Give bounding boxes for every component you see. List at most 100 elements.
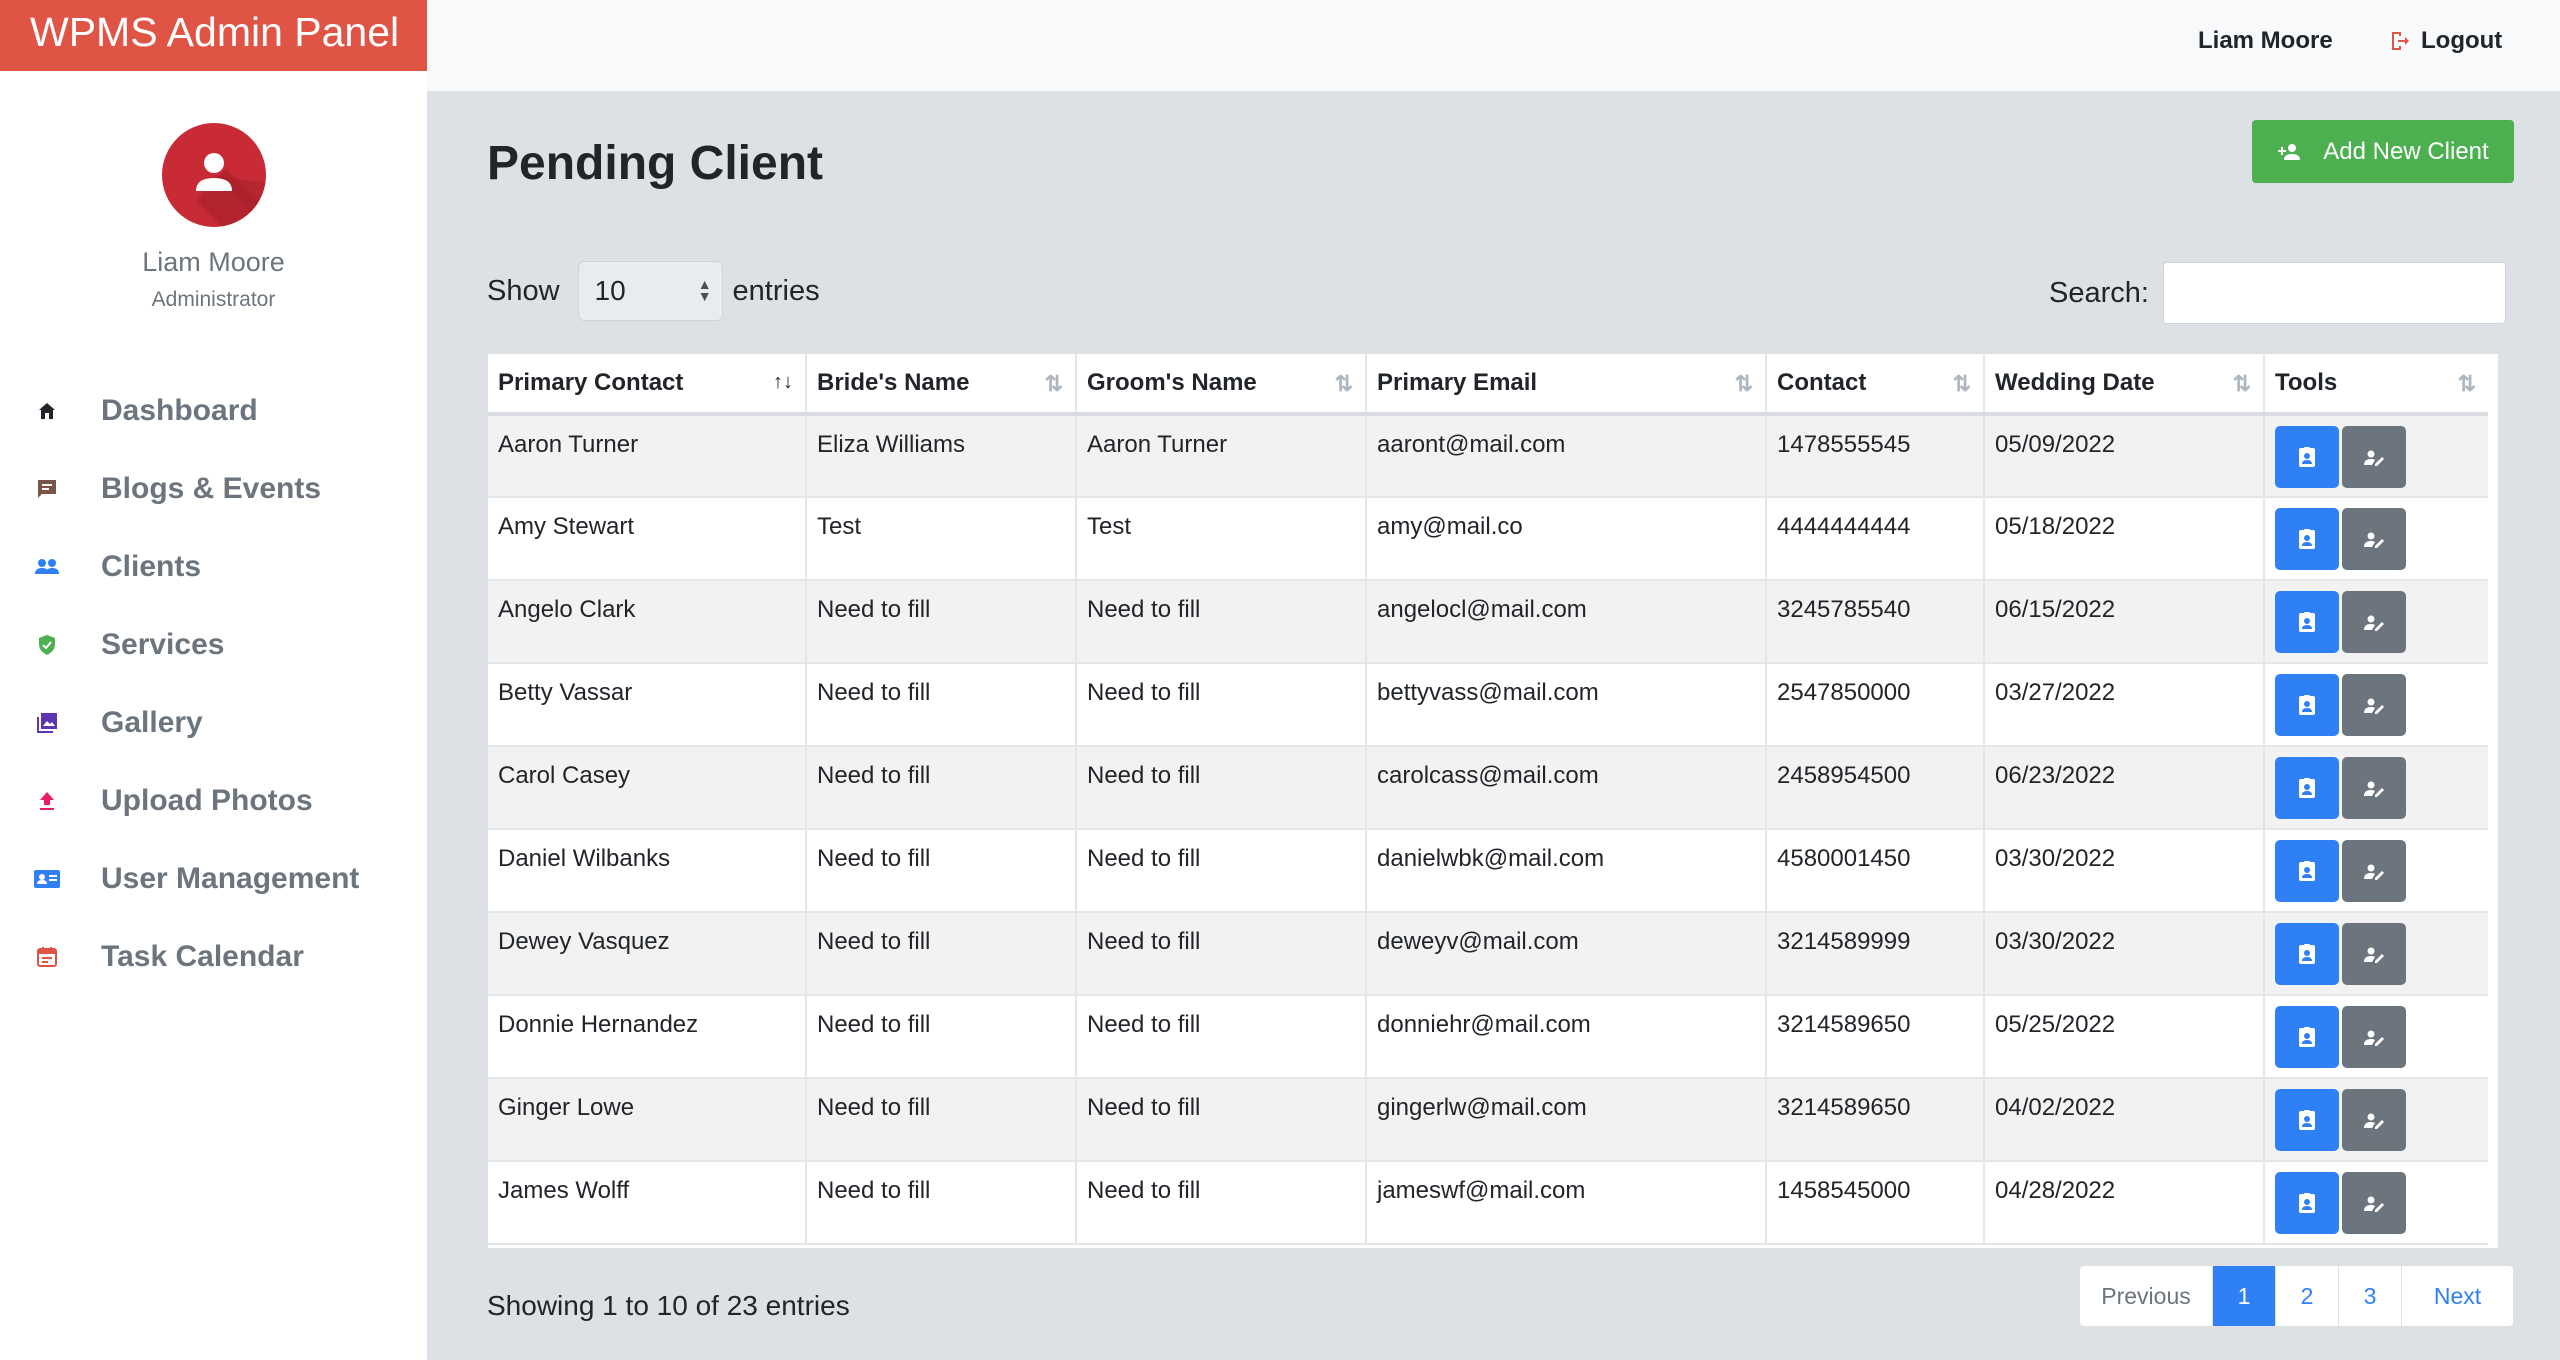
sidebar-item-user-management[interactable]: User Management [0,840,427,918]
search-input[interactable] [2162,262,2506,324]
edit-person-icon [2364,698,2384,714]
show-label: Show [487,274,560,307]
pagination-previous[interactable]: Previous [2080,1266,2213,1326]
table-row[interactable]: Angelo Clark Need to fill Need to fill ange… [488,580,2488,664]
pagination-page-3[interactable]: 3 [2339,1266,2402,1326]
column-header[interactable]: Contact ⇅ [1766,354,1985,416]
sidebar-item-upload-photos[interactable]: Upload Photos [0,762,427,840]
table-row[interactable]: James Wolff Need to fill Need to fill james… [488,1161,2488,1245]
table-cell: Carol Casey [488,746,807,830]
column-header-label: Groom's Name [1087,369,1257,396]
table-cell: 03/27/2022 [1984,663,2265,747]
page-size-control: Show 10 ▲ ▼ entries [487,261,820,321]
shield-check-icon [32,630,62,660]
sidebar-item-label: Task Calendar [101,940,304,973]
sort-icon: ⇅ [1334,371,1353,396]
sort-ascending-icon: ↑↓ [773,371,793,393]
view-client-button[interactable] [2275,1089,2339,1151]
table-cell: 3245785540 [1766,580,1985,664]
table-cell: Need to fill [806,1078,1077,1162]
edit-client-button[interactable] [2342,426,2406,488]
column-header[interactable]: Tools ⇅ [2264,354,2488,416]
upload-icon [32,786,62,816]
column-header-label: Primary Email [1377,369,1538,396]
sidebar-item-gallery[interactable]: Gallery [0,684,427,762]
table-cell: donniehr@mail.com [1366,995,1767,1079]
table-cell: Need to fill [1076,1078,1367,1162]
select-arrows-icon: ▲ ▼ [697,276,712,304]
table-row[interactable]: Ginger Lowe Need to fill Need to fill ginge… [488,1078,2488,1162]
contact-clipboard-icon [2299,1027,2315,1047]
profile-role: Administrator [151,288,276,311]
table-row[interactable]: Amy Stewart Test Test amy@mail.co 4444444444… [488,497,2488,581]
view-client-button[interactable] [2275,508,2339,570]
column-header-label: Tools [2275,369,2338,396]
clients-table-container: Primary Contact ↑↓ Bride's Name ⇅ Groom's Na… [488,354,2498,1248]
sidebar-item-dashboard[interactable]: Dashboard [0,372,427,450]
sidebar-item-blogs-events[interactable]: Blogs & Events [0,450,427,528]
table-cell: 4580001450 [1766,829,1985,913]
tools-cell [2264,746,2488,830]
table-cell: Betty Vassar [488,663,807,747]
edit-client-button[interactable] [2342,840,2406,902]
logout-button[interactable]: Logout [2389,27,2502,55]
edit-client-button[interactable] [2342,508,2406,570]
pagination-page-2[interactable]: 2 [2276,1266,2339,1326]
edit-person-icon [2364,615,2384,631]
sort-icon: ⇅ [1734,371,1753,396]
column-header[interactable]: Primary Email ⇅ [1366,354,1767,416]
table-cell: Aaron Turner [488,414,807,498]
view-client-button[interactable] [2275,674,2339,736]
table-cell: Need to fill [1076,912,1367,996]
table-header-row: Primary Contact ↑↓ Bride's Name ⇅ Groom's Na… [488,354,2488,416]
add-new-client-button[interactable]: Add New Client [2252,120,2514,183]
column-header[interactable]: Primary Contact ↑↓ [488,354,807,416]
table-cell: 06/23/2022 [1984,746,2265,830]
table-row[interactable]: Aaron Turner Eliza Williams Aaron Turner aa… [488,414,2488,498]
table-row[interactable]: Daniel Wilbanks Need to fill Need to fill d… [488,829,2488,913]
sort-icon: ⇅ [2232,371,2251,396]
view-client-button[interactable] [2275,591,2339,653]
table-cell: Angelo Clark [488,580,807,664]
edit-client-button[interactable] [2342,923,2406,985]
view-client-button[interactable] [2275,1006,2339,1068]
sidebar-item-label: Blogs & Events [101,472,322,505]
view-client-button[interactable] [2275,757,2339,819]
edit-client-button[interactable] [2342,757,2406,819]
sidebar-item-task-calendar[interactable]: Task Calendar [0,918,427,996]
edit-client-button[interactable] [2342,1172,2406,1234]
table-cell: Need to fill [806,580,1077,664]
clients-table: Primary Contact ↑↓ Bride's Name ⇅ Groom's Na… [488,354,2488,1245]
table-row[interactable]: Betty Vassar Need to fill Need to fill bett… [488,663,2488,747]
pagination-page-1[interactable]: 1 [2213,1266,2276,1326]
sidebar-item-label: Services [101,628,225,661]
table-cell: Need to fill [806,912,1077,996]
table-cell: 3214589999 [1766,912,1985,996]
view-client-button[interactable] [2275,840,2339,902]
view-client-button[interactable] [2275,426,2339,488]
edit-person-icon [2364,947,2384,963]
table-cell: aaront@mail.com [1366,414,1767,498]
edit-client-button[interactable] [2342,591,2406,653]
tools-cell [2264,663,2488,747]
column-header[interactable]: Groom's Name ⇅ [1076,354,1367,416]
page-size-select[interactable]: 10 ▲ ▼ [577,261,723,321]
table-row[interactable]: Dewey Vasquez Need to fill Need to fill dew… [488,912,2488,996]
sidebar-item-services[interactable]: Services [0,606,427,684]
view-client-button[interactable] [2275,923,2339,985]
table-row[interactable]: Donnie Hernandez Need to fill Need to fill… [488,995,2488,1079]
pagination-next[interactable]: Next [2402,1266,2513,1326]
edit-client-button[interactable] [2342,1006,2406,1068]
table-row[interactable]: Carol Casey Need to fill Need to fill carol… [488,746,2488,830]
column-header[interactable]: Bride's Name ⇅ [806,354,1077,416]
edit-client-button[interactable] [2342,674,2406,736]
brand-title[interactable]: WPMS Admin Panel [0,0,427,71]
edit-client-button[interactable] [2342,1089,2406,1151]
sidebar-item-clients[interactable]: Clients [0,528,427,606]
view-client-button[interactable] [2275,1172,2339,1234]
home-icon [32,396,62,426]
contact-clipboard-icon [2299,529,2315,549]
tools-cell [2264,1161,2488,1245]
topbar-user-name[interactable]: Liam Moore [2198,27,2333,55]
column-header[interactable]: Wedding Date ⇅ [1984,354,2265,416]
